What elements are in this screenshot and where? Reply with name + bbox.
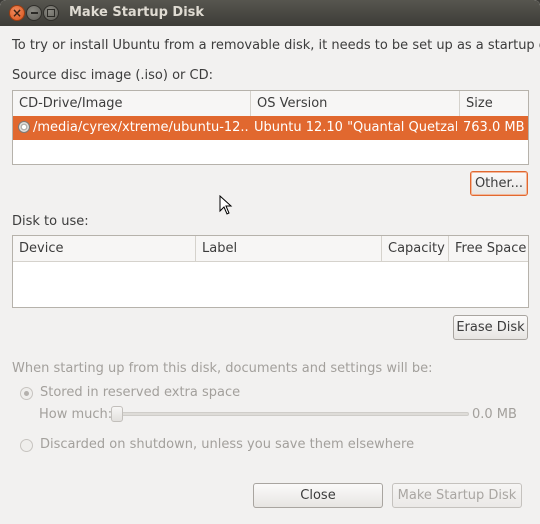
close-window-button[interactable]: × — [9, 5, 25, 21]
titlebar: × Make Startup Disk — [0, 0, 540, 26]
maximize-window-button[interactable] — [43, 5, 59, 21]
source-table-header: CD-Drive/Image OS Version Size — [13, 91, 528, 117]
erase-disk-button[interactable]: Erase Disk — [453, 315, 528, 340]
source-label: Source disc image (.iso) or CD: — [12, 68, 213, 83]
source-os-version: Ubuntu 12.10 "Quantal Quetzal... — [254, 120, 457, 135]
how-much-value: 0.0 MB — [472, 407, 517, 422]
close-icon: × — [11, 6, 23, 20]
column-header-label[interactable]: Label — [196, 236, 382, 261]
minimize-icon — [30, 12, 38, 14]
column-header-device[interactable]: Device — [13, 236, 196, 261]
cd-icon — [18, 121, 30, 133]
discard-label: Discarded on shutdown, unless you save t… — [40, 437, 415, 452]
source-table: CD-Drive/Image OS Version Size /media/cy… — [12, 90, 529, 165]
source-image-path: /media/cyrex/xtreme/ubuntu-12... — [33, 120, 248, 135]
column-header-size[interactable]: Size — [460, 91, 530, 116]
column-header-free-space[interactable]: Free Space — [449, 236, 530, 261]
radio-dot — [24, 391, 29, 396]
source-row-selected[interactable]: /media/cyrex/xtreme/ubuntu-12... Ubuntu … — [13, 116, 528, 140]
discard-radio[interactable] — [20, 439, 33, 452]
make-startup-disk-window: × Make Startup Disk To try or install Ub… — [0, 0, 540, 524]
close-button[interactable]: Close — [253, 483, 383, 508]
how-much-slider-handle[interactable] — [111, 406, 123, 422]
minimize-window-button[interactable] — [26, 5, 42, 21]
disk-table: Device Label Capacity Free Space — [12, 235, 529, 308]
stored-radio[interactable] — [20, 387, 33, 400]
options-heading: When starting up from this disk, documen… — [12, 361, 433, 376]
column-header-os-version[interactable]: OS Version — [251, 91, 460, 116]
column-header-capacity[interactable]: Capacity — [382, 236, 449, 261]
disk-table-header: Device Label Capacity Free Space — [13, 236, 528, 262]
disk-label: Disk to use: — [12, 214, 89, 229]
window-title: Make Startup Disk — [69, 5, 205, 20]
column-header-cd-drive[interactable]: CD-Drive/Image — [13, 91, 251, 116]
maximize-icon — [47, 9, 55, 17]
source-size: 763.0 MB — [463, 120, 525, 135]
intro-text: To try or install Ubuntu from a removabl… — [12, 38, 540, 53]
how-much-label: How much: — [39, 407, 113, 422]
mouse-pointer-icon — [219, 195, 233, 215]
other-button[interactable]: Other... — [470, 171, 528, 196]
how-much-slider-track[interactable] — [117, 412, 469, 416]
stored-label: Stored in reserved extra space — [40, 385, 241, 400]
make-startup-disk-button[interactable]: Make Startup Disk — [392, 483, 522, 508]
